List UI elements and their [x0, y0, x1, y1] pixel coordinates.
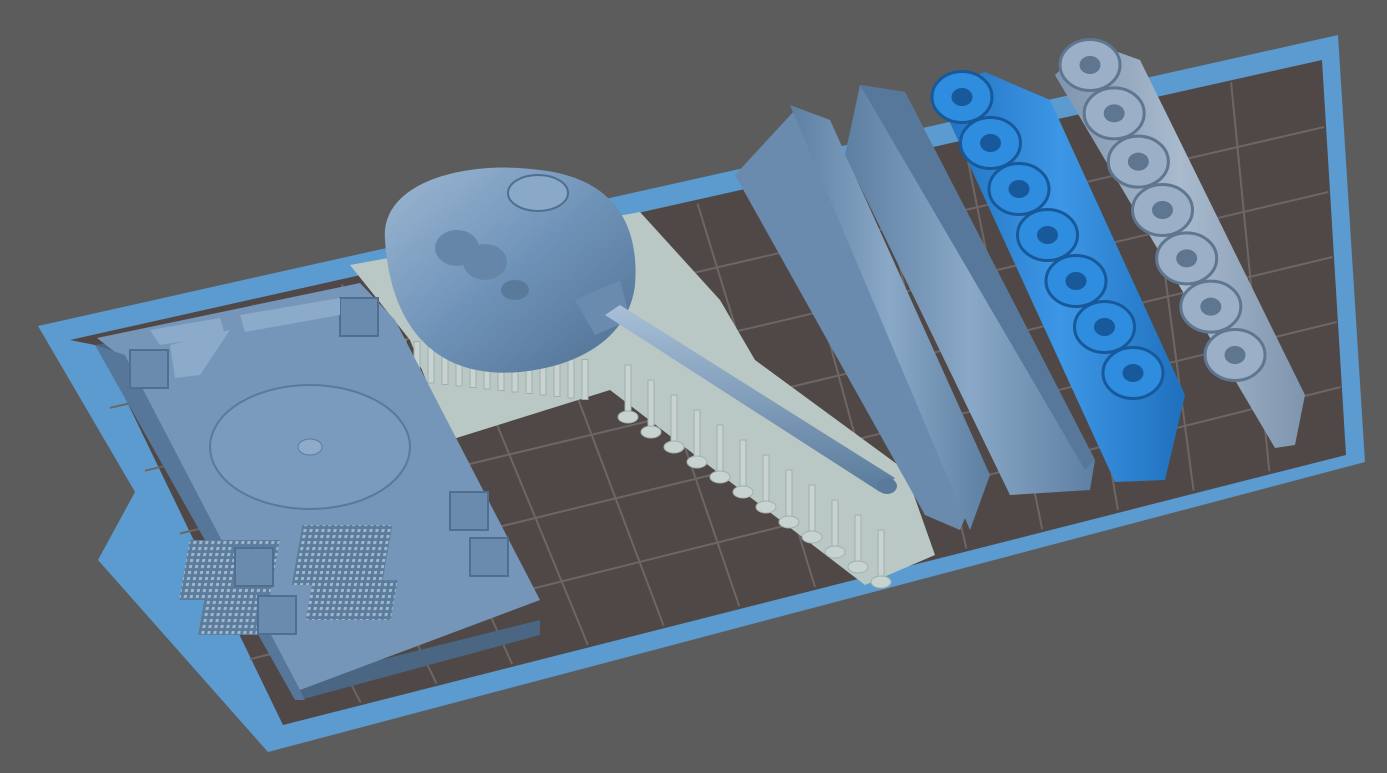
turret-ring-center [297, 438, 323, 456]
engine-deck-vent [291, 525, 393, 585]
road-wheel-hub [1037, 226, 1058, 244]
support-pillar [693, 409, 701, 461]
support-pillar [762, 454, 770, 506]
gun-muzzle [877, 478, 897, 494]
road-wheel-hub [1094, 318, 1115, 336]
support-foot [755, 500, 777, 514]
support-pillar [670, 394, 678, 446]
support-pillar [567, 357, 575, 399]
road-wheel-hub [1200, 297, 1222, 316]
turret-vision-port [501, 280, 529, 300]
3d-viewport[interactable] [0, 0, 1387, 773]
support-foot [686, 455, 708, 469]
road-wheel-hub [1152, 201, 1173, 219]
road-wheel-hub [951, 88, 973, 106]
road-wheel-hub [1122, 364, 1144, 382]
support-foot [617, 410, 639, 424]
support-foot [663, 440, 685, 454]
support-pillar [877, 529, 885, 581]
support-pillar [716, 424, 724, 476]
support-foot [709, 470, 731, 484]
support-pillar [854, 514, 862, 566]
turret-cupola [507, 174, 569, 212]
support-pillar [581, 359, 589, 400]
support-foot [640, 425, 662, 439]
support-foot [778, 515, 800, 529]
support-foot [801, 530, 823, 544]
road-wheel-hub [1008, 180, 1030, 198]
road-wheel-hub [1176, 249, 1198, 268]
road-wheel-hub [1079, 56, 1101, 74]
support-pillar [831, 499, 839, 551]
road-wheel-hub [1103, 104, 1125, 123]
support-foot [824, 545, 846, 559]
support-foot [847, 560, 869, 574]
turret-vision-port [463, 244, 507, 280]
support-foot [732, 485, 754, 499]
road-wheel-hub [1127, 152, 1149, 171]
support-foot [870, 575, 892, 589]
road-wheel-hub [1224, 346, 1246, 364]
support-pillar [785, 469, 793, 521]
support-pillar [739, 439, 747, 491]
support-pillar [647, 379, 655, 431]
road-wheel-hub [1065, 272, 1087, 290]
road-wheel-hub [980, 134, 1001, 152]
support-pillar [624, 364, 632, 416]
engine-deck-vent [305, 580, 398, 620]
support-pillar [808, 484, 816, 536]
